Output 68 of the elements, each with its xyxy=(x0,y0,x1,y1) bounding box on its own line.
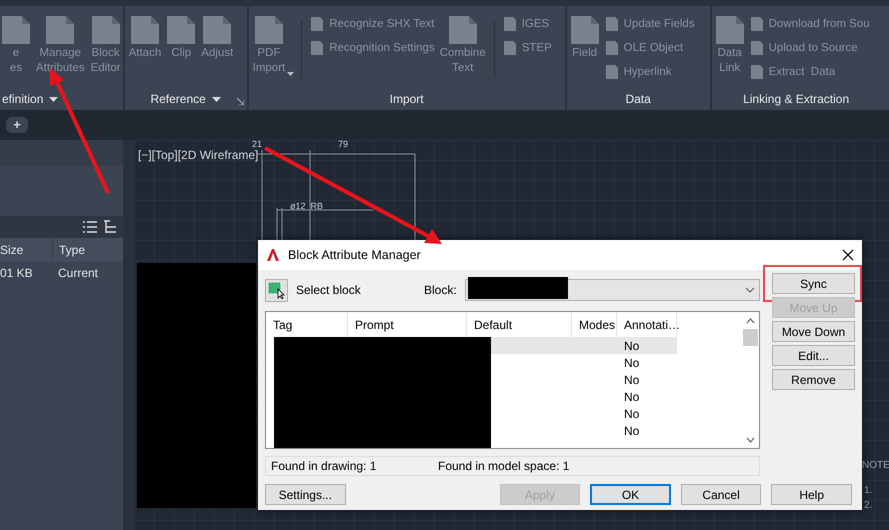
dimension-text: 79 xyxy=(338,140,348,149)
dialog-button[interactable]: Remove xyxy=(772,369,855,390)
chevron-down-icon xyxy=(745,287,755,293)
document-icon xyxy=(130,14,159,46)
document-icon xyxy=(502,40,518,56)
new-tab-button[interactable]: + xyxy=(6,117,28,133)
dimension-text: 21 xyxy=(252,140,262,149)
document-icon xyxy=(748,16,765,32)
document-icon xyxy=(203,14,232,46)
note-text: NOTE xyxy=(862,460,889,471)
viewport-label[interactable]: [−][Top][2D Wireframe] xyxy=(138,148,258,162)
list-view-icon xyxy=(83,221,97,233)
dimension-text: ø12 RB xyxy=(290,201,324,211)
table-cell-text: 01 KB xyxy=(0,265,34,282)
document-icon xyxy=(748,40,765,56)
select-object-icon xyxy=(268,282,285,298)
panel-title: efinition xyxy=(2,92,44,106)
document-icon xyxy=(448,14,477,46)
dialog-button[interactable]: Move Down xyxy=(772,321,855,342)
block-dropdown[interactable] xyxy=(464,279,760,301)
table-cell-text: Current xyxy=(57,265,98,282)
document-icon xyxy=(716,14,744,46)
dialog-button[interactable]: Sync xyxy=(772,273,855,294)
panel-title: Linking & Extraction xyxy=(743,92,850,106)
status-text: Found in model space: 1 xyxy=(438,459,570,473)
block-label: Block: xyxy=(424,283,457,297)
document-icon xyxy=(502,16,518,32)
document-icon xyxy=(570,14,599,46)
dialog-button[interactable]: Settings... xyxy=(265,484,346,505)
dialog-button[interactable]: Edit... xyxy=(772,345,855,366)
document-icon xyxy=(604,40,620,56)
tree-view-icon xyxy=(103,220,117,234)
list-row[interactable]: No xyxy=(491,422,677,439)
document-icon xyxy=(309,40,326,56)
close-icon xyxy=(842,249,854,261)
window-title: Block Attribute Manager xyxy=(288,248,422,262)
document-icon xyxy=(2,14,30,46)
document-icon xyxy=(748,64,765,80)
column-header[interactable]: Size xyxy=(0,238,53,262)
list-row[interactable]: No xyxy=(491,354,677,371)
chevron-down-icon xyxy=(746,436,755,442)
column-header[interactable]: Type xyxy=(53,238,86,262)
status-text: Found in drawing: 1 xyxy=(271,459,378,473)
document-icon xyxy=(309,16,326,32)
list-row[interactable]: No xyxy=(491,337,677,354)
list-row[interactable]: No xyxy=(491,388,677,405)
select-block-label: Select block xyxy=(296,283,362,297)
document-icon xyxy=(46,14,74,46)
document-icon xyxy=(254,14,283,46)
panel-title: Reference xyxy=(150,92,206,106)
attribute-list[interactable]: Tag Prompt Default Modes Annotati… No No No No No No xyxy=(265,311,760,449)
dialog-button[interactable]: Cancel xyxy=(680,484,762,505)
select-block-button[interactable] xyxy=(265,278,288,302)
list-row[interactable]: No xyxy=(491,405,677,422)
document-icon xyxy=(167,14,196,46)
document-icon xyxy=(604,16,620,32)
dialog-button[interactable]: Help xyxy=(771,484,852,505)
document-icon xyxy=(604,64,620,80)
dialog-button[interactable]: OK xyxy=(590,484,671,505)
scrollbar-thumb[interactable] xyxy=(743,329,758,346)
panel-title: Data xyxy=(625,92,651,106)
note-text: 2. xyxy=(864,500,872,511)
list-row[interactable]: No xyxy=(491,371,677,388)
document-icon xyxy=(92,14,120,46)
panel-title: Import xyxy=(390,92,424,106)
chevron-up-icon xyxy=(746,318,755,324)
note-text: 1. xyxy=(864,485,872,496)
app-logo-icon xyxy=(266,248,280,262)
